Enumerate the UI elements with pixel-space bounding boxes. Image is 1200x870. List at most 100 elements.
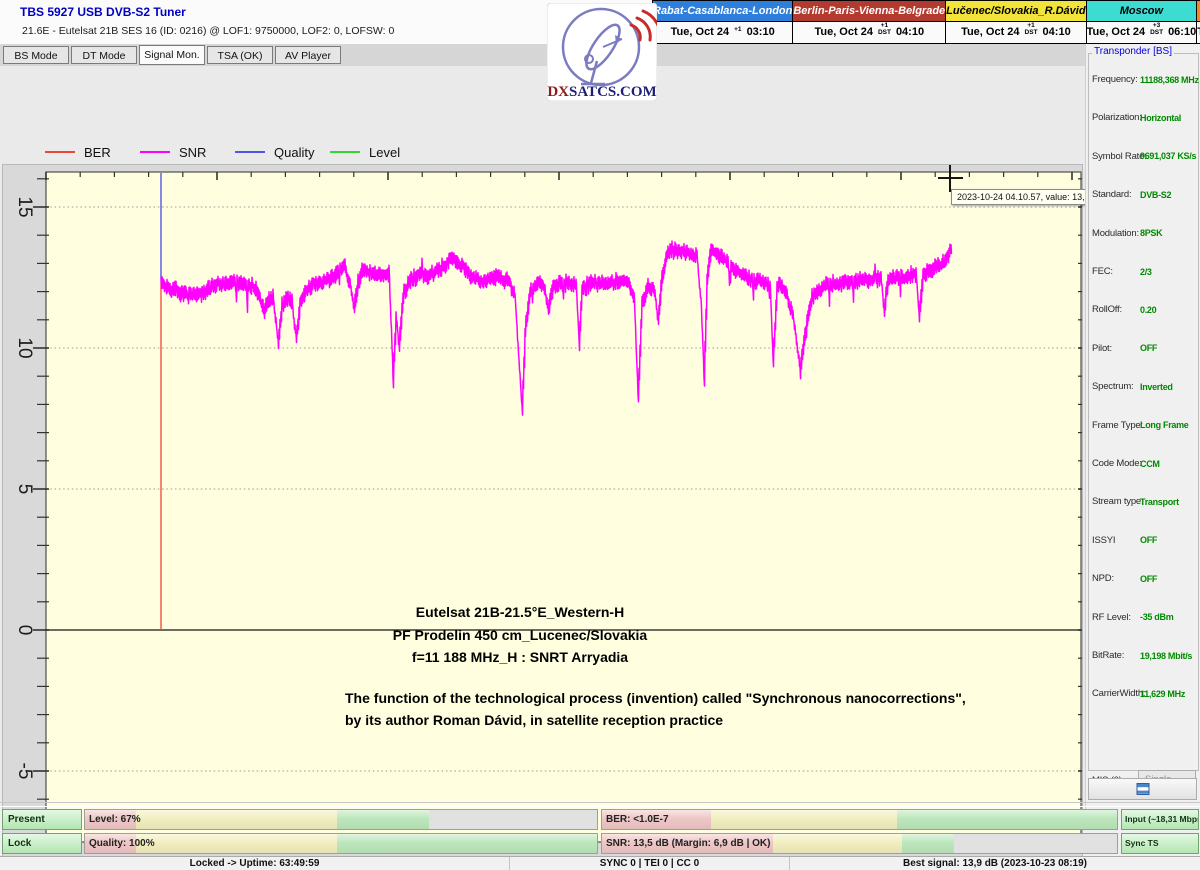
y-axis-label: 0: [14, 625, 35, 636]
world-clock-panel: Rabat-Casablanca-LondonTue, Oct 24+103:1…: [652, 0, 1200, 44]
clock-city-label: Moscow: [1087, 1, 1197, 22]
progress-label: Quality: 100%: [89, 834, 155, 853]
legend-line-icon: [330, 151, 360, 153]
clock-utc-offset: +1DST: [878, 22, 891, 36]
legend-item-ber: BER: [45, 144, 111, 160]
progress-bar: SNR: 13,5 dB (Margin: 6,9 dB | OK): [601, 833, 1118, 854]
annotation-line: by its author Roman Dávid, in satellite …: [345, 710, 1065, 732]
transponder-row-value: DVB-S2: [1140, 190, 1171, 200]
status-cell: Locked -> Uptime: 63:49:59: [0, 857, 510, 870]
tab-dt-mode[interactable]: DT Mode: [71, 46, 137, 64]
progress-zone: [902, 834, 954, 853]
transponder-row-value: -35 dBm: [1140, 612, 1173, 622]
clock-date: Tue, Oct 24: [961, 26, 1019, 38]
transponder-row-value: OFF: [1140, 535, 1157, 545]
progress-label: Level: 67%: [89, 810, 141, 829]
clock-city-label: Rabat-Casablanca-London: [653, 1, 792, 22]
svg-text:DXSATCS.COM: DXSATCS.COM: [547, 84, 656, 100]
legend-label: BER: [84, 145, 111, 160]
transponder-row-value: Transport: [1140, 497, 1179, 507]
transponder-row-value: Long Frame: [1140, 420, 1189, 430]
dxsatcs-logo: DXSATCS.COM: [547, 3, 657, 101]
stream-buffer-icon: [1136, 783, 1150, 795]
y-axis-label: 10: [14, 337, 35, 358]
status-badge-sync-ts: Sync TS: [1121, 833, 1199, 854]
transponder-row-value: 19,198 Mbit/s: [1140, 651, 1192, 661]
transponder-row-label: NPD:: [1092, 573, 1114, 584]
legend-line-icon: [45, 151, 75, 153]
transponder-row-label: Standard:: [1092, 189, 1131, 200]
transponder-row-value: 8PSK: [1140, 228, 1162, 238]
clock-utc-offset: +1DST: [1025, 22, 1038, 36]
transponder-row-value: OFF: [1140, 574, 1157, 584]
app-title: TBS 5927 USB DVB-S2 Tuner: [20, 5, 186, 19]
annotation-line: PF Prodelin 450 cm_Lucenec/Slovakia: [330, 624, 710, 647]
signal-bars: Present Level: 67% BER: <1.0E-7 Input (~18,…: [0, 806, 1200, 856]
progress-zone: [337, 834, 598, 853]
transponder-row-label: Frame Type:: [1092, 420, 1143, 431]
legend-label: Level: [369, 145, 400, 160]
transponder-row-label: Frequency:: [1092, 74, 1138, 85]
clock-cell: Lučenec/Slovakia_R.Dávid Tue, Oct 24 +1DST…: [946, 1, 1086, 43]
annotation-line: The function of the technological proces…: [345, 688, 1065, 710]
progress-label: BER: <1.0E-7: [606, 810, 669, 829]
progress-zone: [711, 810, 897, 829]
transponder-row-label: RollOff:: [1092, 304, 1122, 315]
transponder-row-label: RF Level:: [1092, 612, 1131, 623]
annotation-line: Eutelsat 21B-21.5°E_Western-H: [330, 601, 710, 624]
transponder-row-label: Code Mode:: [1092, 458, 1142, 469]
status-badge-lock: Lock: [2, 833, 82, 854]
transponder-row-label: Spectrum:: [1092, 381, 1134, 392]
transponder-row-label: FEC:: [1092, 266, 1113, 277]
transponder-row-value: 0.20: [1140, 305, 1156, 315]
tab-signal-mon-[interactable]: Signal Mon.: [139, 45, 205, 65]
transponder-row-value: 11,629 MHz: [1140, 689, 1185, 699]
clock-time: Tue, Oct 24+103:10: [653, 22, 792, 43]
progress-zone: [337, 810, 430, 829]
transponder-row-label: ISSYI: [1092, 535, 1115, 546]
progress-bar: BER: <1.0E-7: [601, 809, 1118, 830]
transponder-row-value: 2/3: [1140, 267, 1152, 277]
clock-cell: Rabat-Casablanca-LondonTue, Oct 24+103:1…: [653, 1, 793, 43]
transponder-title: Transponder [BS]: [1092, 46, 1174, 57]
transponder-row-label: Pilot:: [1092, 343, 1112, 354]
status-cell: SYNC 0 | TEI 0 | CC 0: [510, 857, 790, 870]
legend-line-icon: [235, 151, 265, 153]
crosshair-cursor-icon: [938, 177, 963, 179]
transponder-row-label: Stream type:: [1092, 496, 1143, 507]
transponder-row-value: Horizontal: [1140, 113, 1181, 123]
clock-date: Tue, Oct 24: [671, 26, 729, 38]
legend-label: Quality: [274, 145, 314, 160]
transponder-panel: Transponder [BS] Frequency:11188,368 MHz…: [1085, 44, 1200, 810]
transponder-row-value: 9691,037 KS/s: [1140, 151, 1196, 161]
status-badge-input-18-31-mbps-: Input (~18,31 Mbps): [1121, 809, 1199, 830]
legend-item-level: Level: [330, 144, 400, 160]
tuner-subtitle: 21.6E - Eutelsat 21B SES 16 (ID: 0216) @…: [22, 25, 394, 37]
stream-buffer-button[interactable]: [1088, 778, 1197, 800]
progress-bar: Level: 67%: [84, 809, 598, 830]
chart-annotation-left: The function of the technological proces…: [345, 688, 1065, 731]
progress-zone: [897, 810, 1118, 829]
clock-time: Tue, Oct 24+1DST04:10: [946, 22, 1085, 43]
snr-chart[interactable]: 151050-5: [3, 165, 1082, 865]
clock-utc-offset: +3DST: [1150, 22, 1163, 36]
annotation-line: f=11 188 MHz_H : SNRT Arryadia: [330, 646, 710, 669]
tab-bs-mode[interactable]: BS Mode: [3, 46, 69, 64]
progress-bar: Quality: 100%: [84, 833, 598, 854]
status-cell: Best signal: 13,9 dB (2023-10-23 08:19): [790, 857, 1200, 870]
clock-city-label: Lučenec/Slovakia_R.Dávid: [946, 1, 1085, 22]
clock-cell: MoscowTue, Oct 24+3DST06:10: [1087, 1, 1198, 43]
clock-date: Tue, Oct 24: [814, 26, 872, 38]
status-badge-present: Present: [2, 809, 82, 830]
status-bar: Locked -> Uptime: 63:49:59SYNC 0 | TEI 0…: [0, 856, 1200, 870]
tab-av-player[interactable]: AV Player: [275, 46, 341, 64]
tab-tsa-ok-[interactable]: TSA (OK): [207, 46, 273, 64]
chart-widget: 151050-5: [2, 164, 1083, 866]
progress-label: SNR: 13,5 dB (Margin: 6,9 dB | OK): [606, 834, 770, 853]
tbs-tuner-window: TBS 5927 USB DVB-S2 Tuner 21.6E - Eutels…: [0, 0, 1200, 870]
progress-zone: [136, 834, 336, 853]
transponder-row-label: Polarization:: [1092, 112, 1142, 123]
clock-date: Tue, Oct 24: [1087, 26, 1145, 38]
transponder-row-value: OFF: [1140, 343, 1157, 353]
clock-time: Tue, Oct 24+1DST04:10: [793, 22, 945, 43]
